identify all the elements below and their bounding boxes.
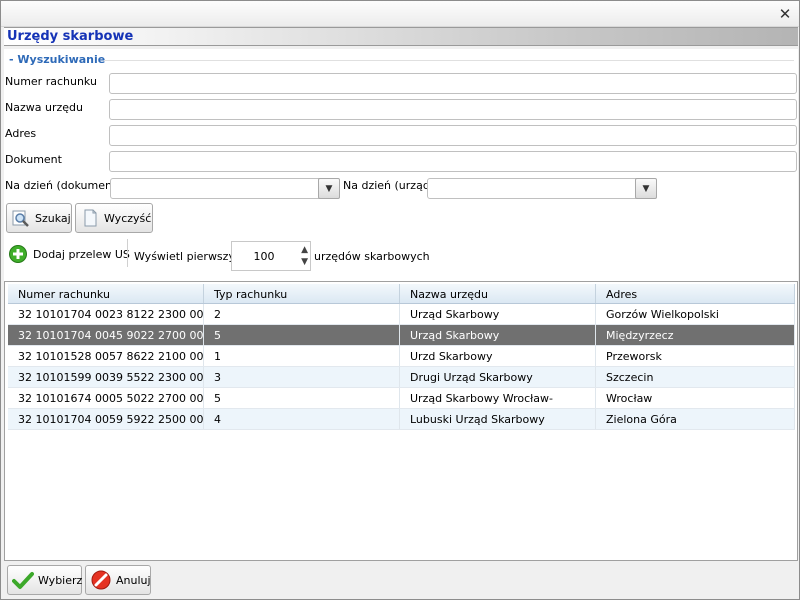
- title-bar: ✕: [1, 1, 799, 27]
- table-row[interactable]: 32 10101704 0059 5922 2500 0000 4 Lubusk…: [8, 409, 795, 430]
- add-transfer-button[interactable]: Dodaj przelew US: [8, 244, 130, 264]
- office-cell: Urząd Skarbowy Wrocław-: [400, 388, 596, 408]
- office-cell: Drugi Urząd Skarbowy: [400, 367, 596, 387]
- type-cell: 1: [204, 346, 400, 366]
- count-spinner[interactable]: 100 ▲ ▼: [231, 241, 311, 271]
- table-row[interactable]: 32 10101599 0039 5522 2300 0000 3 Drugi …: [8, 367, 795, 388]
- spin-up-icon[interactable]: ▲: [301, 245, 308, 255]
- office-cell: Urząd Skarbowy: [400, 325, 596, 345]
- table-row[interactable]: 32 10101528 0057 8622 2100 0000 1 Urzd S…: [8, 346, 795, 367]
- page-title: Urzędy skarbowe: [7, 29, 134, 44]
- table-row[interactable]: 32 10101674 0005 5022 2700 0000 5 Urząd …: [8, 388, 795, 409]
- type-cell: 5: [204, 388, 400, 408]
- account-cell: 32 10101674 0005 5022 2700 0000: [8, 388, 204, 408]
- account-cell: 32 10101704 0045 9022 2700 0000: [8, 325, 204, 345]
- search-section: - Wyszukiwanie Numer rachunku Nazwa urzę…: [4, 49, 798, 281]
- date-document-label: Na dzień (dokument): [5, 179, 121, 192]
- office-cell: Lubuski Urząd Skarbowy: [400, 409, 596, 429]
- document-label: Dokument: [5, 153, 62, 166]
- date-office-label: Na dzień (urząd): [343, 179, 435, 192]
- search-button[interactable]: Szukaj: [6, 203, 72, 233]
- section-divider: [104, 60, 794, 61]
- account-cell: 32 10101599 0039 5522 2300 0000: [8, 367, 204, 387]
- date-document-combo[interactable]: ▼: [110, 178, 340, 199]
- clear-button[interactable]: Wyczyść: [75, 203, 153, 233]
- table-header: Numer rachunku Typ rachunku Nazwa urzędu…: [8, 284, 795, 304]
- search-button-label: Szukaj: [35, 211, 71, 225]
- chevron-down-icon[interactable]: ▼: [635, 178, 657, 199]
- address-cell: Zielona Góra: [596, 409, 795, 429]
- column-header[interactable]: Typ rachunku: [204, 284, 400, 303]
- office-name-label: Nazwa urzędu: [5, 101, 83, 114]
- cancel-icon: [90, 569, 112, 591]
- count-value[interactable]: 100: [232, 250, 296, 263]
- offices-suffix-label: urzędów skarbowych: [314, 250, 430, 263]
- account-cell: 32 10101528 0057 8622 2100 0000: [8, 346, 204, 366]
- account-number-input[interactable]: [109, 73, 797, 94]
- select-button[interactable]: Wybierz: [7, 565, 82, 595]
- address-input[interactable]: [109, 125, 797, 146]
- close-button[interactable]: ✕: [775, 4, 795, 24]
- dialog-window: ✕ Urzędy skarbowe - Wyszukiwanie Numer r…: [0, 0, 800, 600]
- search-section-title[interactable]: - Wyszukiwanie: [9, 53, 105, 66]
- add-plus-icon: [8, 244, 28, 264]
- address-cell: Międzyrzecz: [596, 325, 795, 345]
- checkmark-icon: [12, 569, 34, 591]
- add-transfer-label: Dodaj przelew US: [33, 247, 130, 261]
- table-row[interactable]: 32 10101704 0023 8122 2300 0000 2 Urząd …: [8, 304, 795, 325]
- account-cell: 32 10101704 0059 5922 2500 0000: [8, 409, 204, 429]
- spin-down-icon[interactable]: ▼: [301, 257, 308, 267]
- address-label: Adres: [5, 127, 37, 140]
- clear-button-label: Wyczyść: [104, 211, 152, 225]
- magnifier-icon: [11, 207, 31, 229]
- dialog-footer: Wybierz Anuluj: [1, 563, 799, 599]
- document-input[interactable]: [109, 151, 797, 172]
- office-name-input[interactable]: [109, 99, 797, 120]
- cancel-button[interactable]: Anuluj: [85, 565, 151, 595]
- select-button-label: Wybierz: [38, 573, 83, 587]
- column-header[interactable]: Numer rachunku: [8, 284, 204, 303]
- type-cell: 4: [204, 409, 400, 429]
- cancel-button-label: Anuluj: [116, 573, 151, 587]
- clear-document-icon: [80, 207, 100, 229]
- address-cell: Gorzów Wielkopolski: [596, 304, 795, 324]
- offices-table: Numer rachunku Typ rachunku Nazwa urzędu…: [4, 281, 798, 561]
- date-office-combo[interactable]: ▼: [427, 178, 657, 199]
- dialog-header: Urzędy skarbowe: [4, 27, 798, 46]
- account-number-label: Numer rachunku: [5, 75, 97, 88]
- address-cell: Wrocław: [596, 388, 795, 408]
- type-cell: 2: [204, 304, 400, 324]
- address-cell: Przeworsk: [596, 346, 795, 366]
- toolbar-separator: [127, 239, 128, 267]
- type-cell: 5: [204, 325, 400, 345]
- office-cell: Urząd Skarbowy: [400, 304, 596, 324]
- column-header[interactable]: Adres: [596, 284, 795, 303]
- address-cell: Szczecin: [596, 367, 795, 387]
- account-cell: 32 10101704 0023 8122 2300 0000: [8, 304, 204, 324]
- type-cell: 3: [204, 367, 400, 387]
- table-row[interactable]: 32 10101704 0045 9022 2700 0000 5 Urząd …: [8, 325, 795, 346]
- column-header[interactable]: Nazwa urzędu: [400, 284, 596, 303]
- office-cell: Urzd Skarbowy: [400, 346, 596, 366]
- chevron-down-icon[interactable]: ▼: [318, 178, 340, 199]
